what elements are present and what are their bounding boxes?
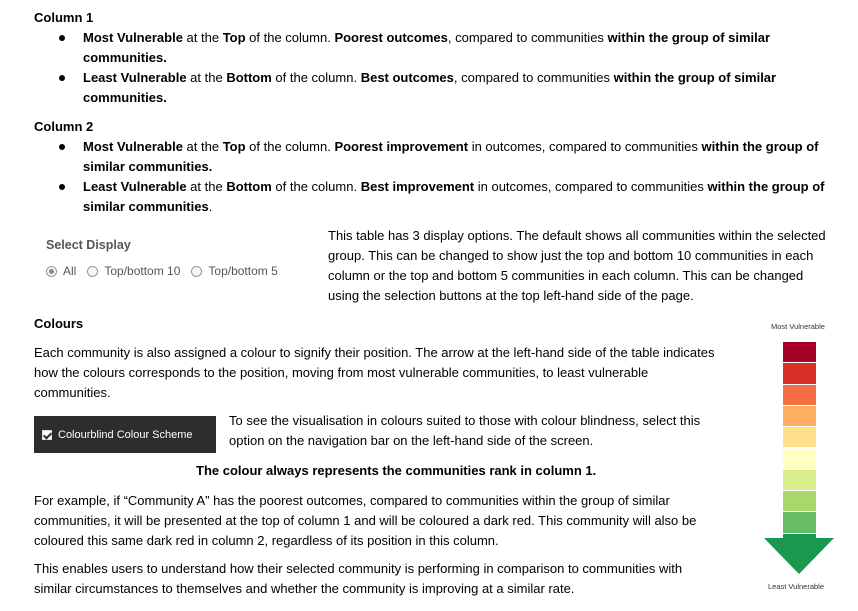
summary-paragraph: This enables users to understand how the… [34,559,754,599]
scale-top-label: Most Vulnerable [771,322,825,331]
text-line: communities, it will be presented at the… [34,513,697,528]
display-options-text: This table has 3 display options. The de… [328,226,853,306]
colours-paragraph: Each community is also assigned a colour… [34,343,754,403]
text-line: This table has 3 display options. The de… [328,228,826,243]
list-item: Most Vulnerable at the Top of the column… [59,28,770,67]
radio-label: Top/bottom 10 [104,264,181,278]
scale-swatch [783,448,816,469]
scale-swatch [783,512,816,533]
colour-rank-note: The colour always represents the communi… [196,463,597,478]
down-arrow-icon [764,538,834,574]
radio-icon [87,265,99,277]
text-line: how the colours corresponds to the posit… [34,365,649,380]
bullet-icon [59,184,65,190]
list-item: Most Vulnerable at the Top of the column… [59,137,818,176]
scale-swatch [783,342,816,363]
scale-swatch [783,363,816,384]
select-display-options: All Top/bottom 10 Top/bottom 5 [46,264,289,278]
text-line: For example, if “Community A” has the po… [34,493,670,508]
list-item: Least Vulnerable at the Bottom of the co… [59,177,825,216]
scale-swatch [783,427,816,448]
text-line: This enables users to understand how the… [34,561,683,576]
scale-bottom-label: Least Vulnerable [768,582,825,591]
example-paragraph: For example, if “Community A” has the po… [34,491,754,551]
text-line: using the selection buttons at the top l… [328,288,694,303]
text-line: Each community is also assigned a colour… [34,345,715,360]
column2-heading: Column 2 [34,119,94,134]
list-item: Least Vulnerable at the Bottom of the co… [59,68,776,107]
text-line: option on the navigation bar on the left… [229,433,594,448]
radio-selected-icon [46,265,57,277]
text-line: group. This can be changed to show just … [328,248,814,263]
radio-icon [191,265,203,277]
button-label: Colourblind Colour Scheme [58,428,193,441]
text-line: similar circumstances to themselves and … [34,581,575,596]
text-line: communities. [34,385,111,400]
column1-heading: Column 1 [34,10,94,25]
text-line: coloured this same dark red in column 2,… [34,533,499,548]
scale-swatch [783,384,816,405]
radio-option-top-bottom-10[interactable]: Top/bottom 10 [87,264,180,278]
radio-label: All [63,264,77,278]
radio-label: Top/bottom 5 [208,264,278,278]
colours-heading: Colours [34,316,84,331]
select-display-title: Select Display [46,238,131,252]
scale-swatch [783,405,816,427]
bullet-icon [59,35,65,41]
radio-option-all[interactable]: All [46,264,76,278]
bullet-icon [59,144,65,150]
bullet-icon [59,75,65,81]
colourblind-text: To see the visualisation in colours suit… [229,411,749,451]
scale-swatch [783,491,816,512]
text-line: To see the visualisation in colours suit… [229,413,701,428]
radio-option-top-bottom-5[interactable]: Top/bottom 5 [191,264,278,278]
scale-swatch [783,469,816,491]
colourblind-colour-scheme-button[interactable]: Colourblind Colour Scheme [34,416,216,453]
text-line: column or the top and bottom 5 communiti… [328,268,804,283]
checkbox-icon [42,429,52,440]
